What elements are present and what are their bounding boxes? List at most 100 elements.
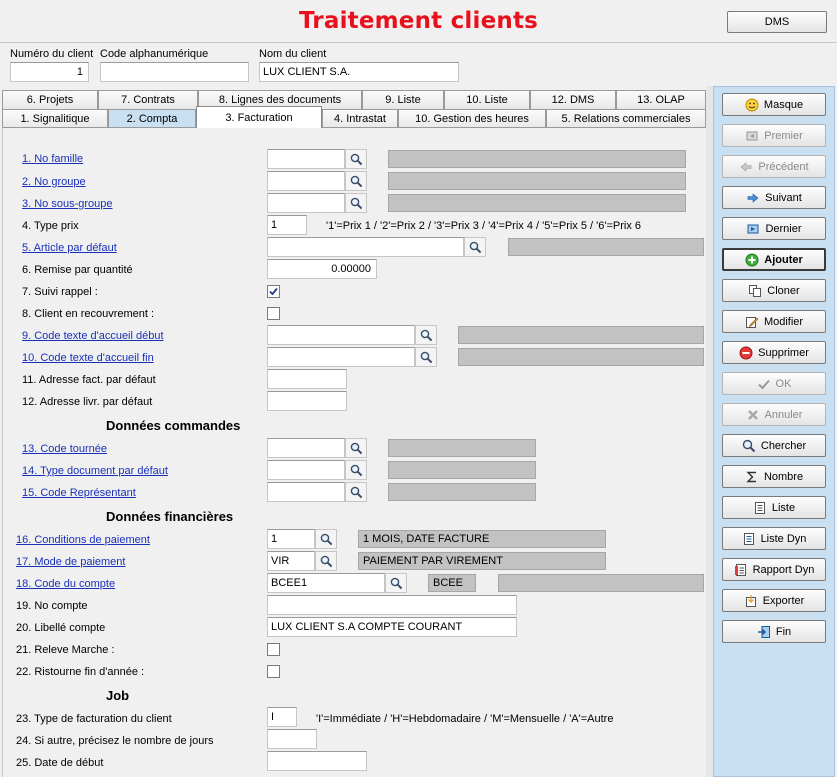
exporter-button[interactable]: Exporter (722, 589, 826, 612)
tab-olap[interactable]: 13. OLAP (616, 90, 706, 109)
cloner-button[interactable]: Cloner (722, 279, 826, 302)
conditions-link[interactable]: 16. Conditions de paiement (16, 534, 150, 546)
search-icon[interactable] (345, 482, 367, 502)
exit-icon (757, 625, 770, 638)
recouvrement-checkbox[interactable] (267, 307, 280, 320)
search-icon[interactable] (415, 325, 437, 345)
ok-button[interactable]: OK (722, 372, 826, 395)
alpha-code-field[interactable] (100, 62, 249, 82)
search-icon[interactable] (345, 460, 367, 480)
search-icon[interactable] (345, 438, 367, 458)
type-fact-input[interactable]: I (267, 707, 297, 727)
adr-livr-label: 12. Adresse livr. par défaut (22, 396, 153, 408)
remise-input[interactable]: 0.00000 (267, 259, 377, 279)
adr-fact-label: 11. Adresse fact. par défaut (22, 374, 156, 386)
no-compte-input[interactable] (267, 595, 517, 615)
search-icon[interactable] (345, 171, 367, 191)
suivant-button[interactable]: Suivant (722, 186, 826, 209)
texte-fin-input[interactable] (267, 347, 415, 367)
code-compte-link[interactable]: 18. Code du compte (16, 578, 115, 590)
premier-button[interactable]: Premier (722, 124, 826, 147)
representant-link[interactable]: 15. Code Représentant (22, 487, 136, 499)
no-sous-groupe-link[interactable]: 3. No sous-groupe (22, 198, 113, 210)
no-groupe-input[interactable] (267, 171, 345, 191)
adr-fact-input[interactable] (267, 369, 347, 389)
conditions-input[interactable]: 1 (267, 529, 315, 549)
tab-contrats[interactable]: 7. Contrats (98, 90, 198, 109)
client-number-label: Numéro du client (10, 48, 94, 60)
tab-projets[interactable]: 6. Projets (2, 90, 98, 109)
tab-liste-10[interactable]: 10. Liste (444, 90, 530, 109)
date-debut-input[interactable] (267, 751, 367, 771)
rapport-dyn-button[interactable]: Rapport Dyn (722, 558, 826, 581)
libelle-input[interactable]: LUX CLIENT S.A COMPTE COURANT (267, 617, 517, 637)
search-icon (742, 439, 756, 452)
annuler-button[interactable]: Annuler (722, 403, 826, 426)
liste-dyn-button[interactable]: Liste Dyn (722, 527, 826, 550)
type-prix-hint: '1'=Prix 1 / '2'=Prix 2 / '3'=Prix 3 / '… (326, 220, 641, 232)
no-famille-input[interactable] (267, 149, 345, 169)
tab-relations-commerciales[interactable]: 5. Relations commerciales (546, 109, 706, 128)
no-groupe-description (388, 172, 686, 190)
search-icon[interactable] (345, 193, 367, 213)
search-icon[interactable] (345, 149, 367, 169)
mode-description: PAIEMENT PAR VIREMENT (358, 552, 606, 570)
masque-button[interactable]: Masque (722, 93, 826, 116)
tournee-link[interactable]: 13. Code tournée (22, 443, 107, 455)
type-doc-link[interactable]: 14. Type document par défaut (22, 465, 168, 477)
cancel-icon (747, 409, 758, 420)
search-icon[interactable] (315, 529, 337, 549)
adr-livr-input[interactable] (267, 391, 347, 411)
mode-link[interactable]: 17. Mode de paiement (16, 556, 125, 568)
ajouter-button[interactable]: Ajouter (722, 248, 826, 271)
tab-intrastat[interactable]: 4. Intrastat (322, 109, 398, 128)
tab-signalitique[interactable]: 1. Signalitique (2, 109, 108, 128)
tab-gestion-heures[interactable]: 10. Gestion des heures (398, 109, 546, 128)
fin-button[interactable]: Fin (722, 620, 826, 643)
liste-button[interactable]: Liste (722, 496, 826, 519)
supprimer-button[interactable]: Supprimer (722, 341, 826, 364)
panel-separator (706, 86, 713, 777)
type-prix-input[interactable]: 1 (267, 215, 307, 235)
article-defaut-input[interactable] (267, 237, 464, 257)
list-icon (754, 501, 765, 514)
precedent-button[interactable]: Précédent (722, 155, 826, 178)
search-icon[interactable] (315, 551, 337, 571)
suivi-rappel-checkbox[interactable] (267, 285, 280, 298)
no-sous-groupe-description (388, 194, 686, 212)
mode-input[interactable]: VIR (267, 551, 315, 571)
type-fact-label: 23. Type de facturation du client (16, 713, 172, 725)
tab-dms[interactable]: 12. DMS (530, 90, 616, 109)
representant-input[interactable] (267, 482, 345, 502)
texte-fin-link[interactable]: 10. Code texte d'accueil fin (22, 352, 154, 364)
search-icon[interactable] (415, 347, 437, 367)
no-famille-link[interactable]: 1. No famille (22, 153, 83, 165)
nombre-button[interactable]: Nombre (722, 465, 826, 488)
edit-icon (745, 316, 759, 328)
dernier-button[interactable]: Dernier (722, 217, 826, 240)
code-compte-input[interactable]: BCEE1 (267, 573, 385, 593)
texte-debut-input[interactable] (267, 325, 415, 345)
modifier-button[interactable]: Modifier (722, 310, 826, 333)
article-defaut-link[interactable]: 5. Article par défaut (22, 242, 117, 254)
suivi-rappel-label: 7. Suivi rappel : (22, 286, 98, 298)
dms-button[interactable]: DMS (727, 11, 827, 33)
first-record-icon (746, 131, 758, 140)
autre-jours-input[interactable] (267, 729, 317, 749)
tab-facturation[interactable]: 3. Facturation (196, 106, 322, 128)
texte-debut-link[interactable]: 9. Code texte d'accueil début (22, 330, 164, 342)
type-doc-input[interactable] (267, 460, 345, 480)
ristourne-checkbox[interactable] (267, 665, 280, 678)
tournee-input[interactable] (267, 438, 345, 458)
client-number-field[interactable]: 1 (10, 62, 89, 82)
search-icon[interactable] (385, 573, 407, 593)
client-name-field[interactable]: LUX CLIENT S.A. (259, 62, 459, 82)
texte-debut-description (458, 326, 704, 344)
no-sous-groupe-input[interactable] (267, 193, 345, 213)
no-groupe-link[interactable]: 2. No groupe (22, 176, 86, 188)
search-icon[interactable] (464, 237, 486, 257)
chercher-button[interactable]: Chercher (722, 434, 826, 457)
tab-liste-9[interactable]: 9. Liste (362, 90, 444, 109)
releve-checkbox[interactable] (267, 643, 280, 656)
tab-compta[interactable]: 2. Compta (108, 109, 196, 128)
